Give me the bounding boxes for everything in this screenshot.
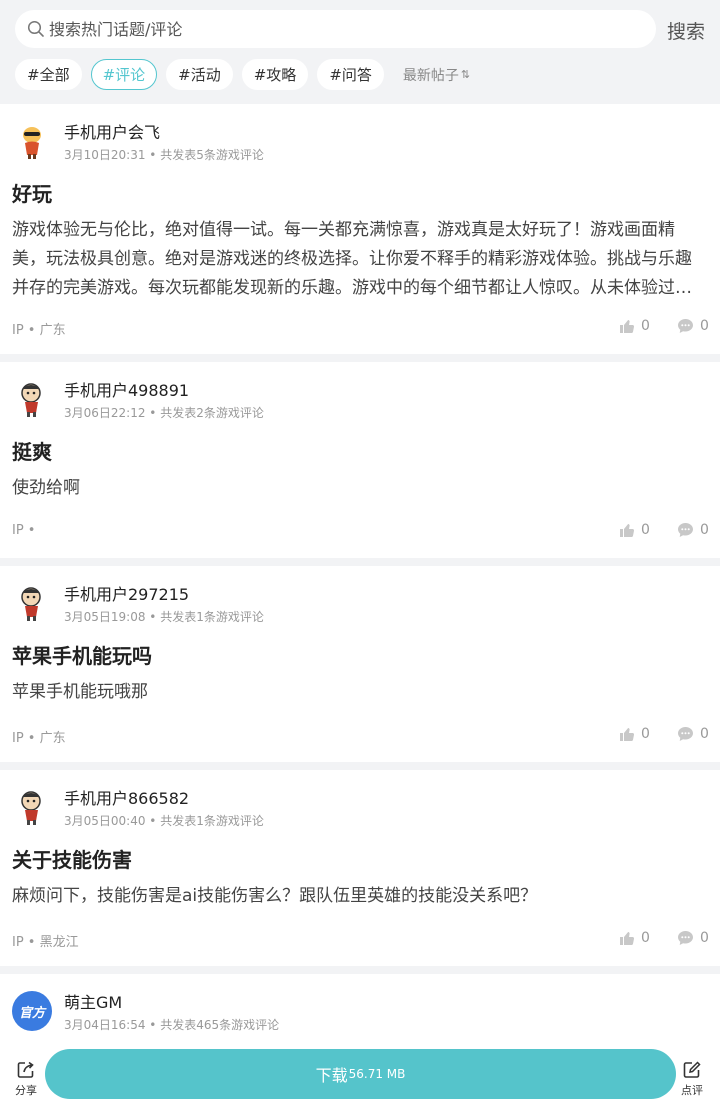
username[interactable]: 萌主GM bbox=[64, 989, 122, 1013]
comment-count: 0 bbox=[700, 318, 709, 334]
download-button[interactable]: 下载 56.71 MB bbox=[45, 1049, 676, 1099]
sort-label: 最新帖子 bbox=[402, 67, 459, 84]
comment-button[interactable]: 0 bbox=[677, 726, 709, 742]
comment-count: 0 bbox=[700, 726, 709, 742]
avatar[interactable] bbox=[12, 121, 52, 161]
tag-reviews[interactable]: #评论 bbox=[90, 59, 158, 90]
tag-guides[interactable]: #攻略 bbox=[241, 59, 309, 90]
post-meta: 3月06日22:12 • 共发表2条游戏评论 bbox=[64, 406, 264, 420]
thumbs-up-icon bbox=[620, 524, 635, 537]
character-avatar-icon bbox=[12, 379, 52, 419]
tag-filter-bar: #全部 #评论 #活动 #攻略 #问答 最新帖子 ⇅ bbox=[15, 59, 470, 90]
search-icon bbox=[27, 20, 44, 37]
comment-button[interactable]: 0 bbox=[677, 522, 709, 538]
thumbs-up-icon bbox=[620, 728, 635, 741]
post-title: 关于技能伤害 bbox=[12, 848, 132, 872]
post-card[interactable]: 手机用户498891 3月06日22:12 • 共发表2条游戏评论 挺爽 使劲给… bbox=[0, 362, 720, 558]
post-card[interactable]: 官方 萌主GM 3月04日16:54 • 共发表465条游戏评论 bbox=[0, 974, 720, 1044]
post-meta: 3月04日16:54 • 共发表465条游戏评论 bbox=[64, 1018, 280, 1032]
thumbs-up-icon bbox=[620, 320, 635, 333]
post-body: 游戏体验无与伦比，绝对值得一试。每一关都充满惊喜，游戏真是太好玩了！游戏画面精美… bbox=[12, 220, 692, 298]
character-avatar-icon bbox=[12, 787, 52, 827]
like-count: 0 bbox=[641, 522, 650, 538]
download-size: 56.71 MB bbox=[348, 1067, 406, 1081]
ip-location: IP • 广东 bbox=[12, 323, 66, 338]
username[interactable]: 手机用户866582 bbox=[64, 785, 189, 809]
tag-events[interactable]: #活动 bbox=[166, 59, 233, 90]
post-title: 苹果手机能玩吗 bbox=[12, 644, 152, 668]
character-avatar-icon bbox=[12, 583, 52, 623]
share-button[interactable]: 分享 bbox=[6, 1060, 46, 1098]
thumbs-up-icon bbox=[620, 932, 635, 945]
like-button[interactable]: 0 bbox=[619, 930, 650, 946]
post-meta: 3月05日19:08 • 共发表1条游戏评论 bbox=[64, 610, 264, 624]
like-button[interactable]: 0 bbox=[619, 318, 650, 334]
share-icon bbox=[17, 1061, 34, 1078]
avatar[interactable] bbox=[12, 379, 52, 419]
review-button[interactable]: 点评 bbox=[672, 1060, 712, 1098]
post-title: 挺爽 bbox=[12, 440, 52, 464]
comment-count: 0 bbox=[700, 930, 709, 946]
comment-button[interactable]: 0 bbox=[677, 930, 709, 946]
post-card[interactable]: 手机用户297215 3月05日19:08 • 共发表1条游戏评论 苹果手机能玩… bbox=[0, 566, 720, 762]
username[interactable]: 手机用户会飞 bbox=[64, 119, 160, 143]
like-count: 0 bbox=[641, 318, 650, 334]
ip-location: IP • 黑龙江 bbox=[12, 935, 79, 950]
edit-icon bbox=[683, 1061, 701, 1078]
comment-bubble-icon bbox=[678, 727, 693, 741]
post-meta: 3月05日00:40 • 共发表1条游戏评论 bbox=[64, 814, 264, 828]
sort-dropdown[interactable]: 最新帖子 ⇅ bbox=[403, 65, 470, 85]
character-avatar-icon bbox=[12, 121, 52, 161]
like-count: 0 bbox=[641, 726, 650, 742]
top-bar: 搜索 #全部 #评论 #活动 #攻略 #问答 最新帖子 ⇅ bbox=[0, 0, 720, 104]
tag-all[interactable]: #全部 bbox=[15, 59, 82, 90]
ip-location: IP • 广东 bbox=[12, 731, 66, 746]
post-body: 苹果手机能玩哦那 bbox=[12, 682, 148, 702]
search-box[interactable] bbox=[15, 10, 656, 48]
bottom-action-bar: 分享 下载 56.71 MB 点评 bbox=[0, 1040, 720, 1107]
share-label: 分享 bbox=[15, 1084, 37, 1097]
tag-qa[interactable]: #问答 bbox=[317, 59, 384, 90]
username[interactable]: 手机用户498891 bbox=[64, 377, 189, 401]
like-count: 0 bbox=[641, 930, 650, 946]
post-card[interactable]: 手机用户866582 3月05日00:40 • 共发表1条游戏评论 关于技能伤害… bbox=[0, 770, 720, 966]
like-button[interactable]: 0 bbox=[619, 726, 650, 742]
official-avatar[interactable]: 官方 bbox=[12, 991, 52, 1031]
avatar[interactable] bbox=[12, 583, 52, 623]
comment-bubble-icon bbox=[678, 523, 693, 537]
official-avatar-label: 官方 bbox=[18, 1005, 45, 1021]
ip-location: IP • bbox=[12, 523, 36, 538]
post-body: 使劲给啊 bbox=[12, 478, 80, 498]
post-body: 麻烦问下，技能伤害是ai技能伤害么？跟队伍里英雄的技能没关系吧？ bbox=[12, 886, 538, 906]
post-title: 好玩 bbox=[12, 182, 52, 206]
download-label: 下载 bbox=[315, 1066, 348, 1085]
comment-count: 0 bbox=[700, 522, 709, 538]
search-input[interactable] bbox=[49, 19, 609, 39]
search-button[interactable]: 搜索 bbox=[667, 17, 705, 44]
like-button[interactable]: 0 bbox=[619, 522, 650, 538]
sort-arrows-icon: ⇅ bbox=[460, 68, 471, 81]
comment-button[interactable]: 0 bbox=[677, 318, 709, 334]
review-label: 点评 bbox=[681, 1084, 703, 1097]
post-meta: 3月10日20:31 • 共发表5条游戏评论 bbox=[64, 148, 264, 162]
comment-bubble-icon bbox=[678, 931, 693, 945]
avatar[interactable] bbox=[12, 787, 52, 827]
post-card[interactable]: 手机用户会飞 3月10日20:31 • 共发表5条游戏评论 好玩 游戏体验无与伦… bbox=[0, 104, 720, 354]
comment-bubble-icon bbox=[678, 319, 693, 333]
username[interactable]: 手机用户297215 bbox=[64, 581, 189, 605]
